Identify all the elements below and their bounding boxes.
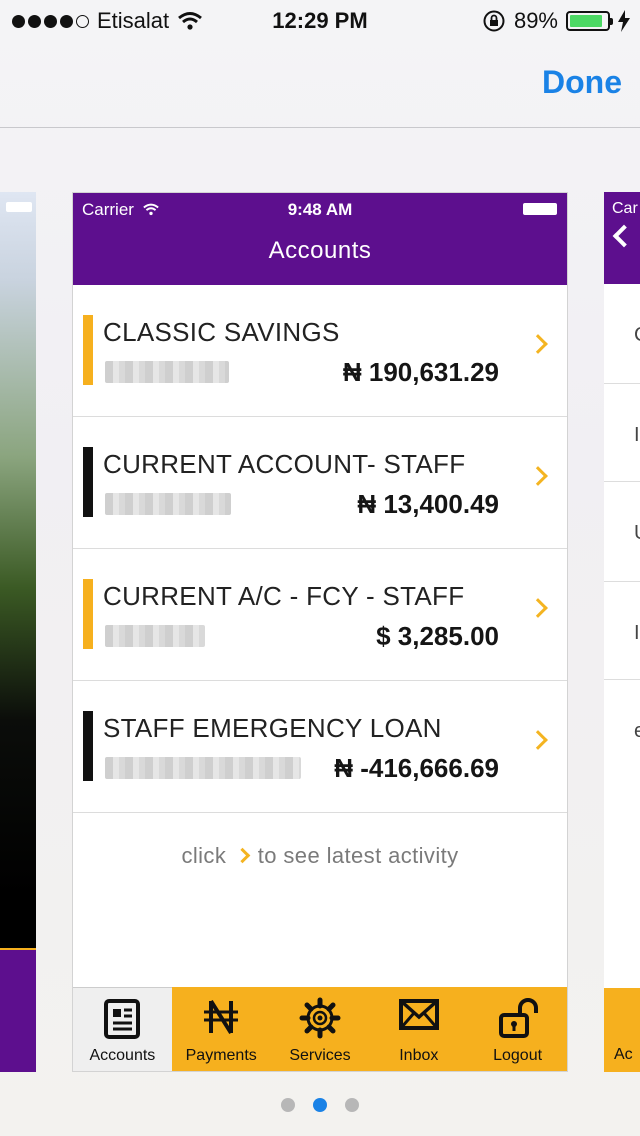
gear-icon <box>299 997 341 1039</box>
page-dot[interactable] <box>345 1098 359 1112</box>
page-dot-current[interactable] <box>313 1098 327 1112</box>
hint-text-before: click <box>181 843 227 868</box>
tab-bar: Accounts Payments Services Inbox Logout <box>73 987 567 1071</box>
chevron-right-icon[interactable] <box>528 334 548 354</box>
card-tabbar: Ac <box>604 988 640 1072</box>
row-initial: C <box>634 324 640 347</box>
tab-label: Services <box>289 1047 351 1064</box>
page-control[interactable] <box>0 1098 640 1112</box>
app-time: 9:48 AM <box>287 200 353 219</box>
account-name: CURRENT A/C - FCY - STAFF <box>103 581 465 611</box>
account-number-redacted <box>105 625 205 647</box>
tab-label: Payments <box>185 1047 257 1064</box>
account-number-redacted <box>105 361 229 383</box>
account-color-bar <box>83 315 93 385</box>
unlock-icon <box>498 998 538 1038</box>
account-row-fcy-staff[interactable]: CURRENT A/C - FCY - STAFF $ 3,285.00 <box>73 549 567 681</box>
tab-label: Accounts <box>89 1047 156 1064</box>
chevron-right-icon <box>234 847 251 864</box>
account-color-bar <box>83 579 93 649</box>
battery-percent: 89% <box>513 8 558 33</box>
account-name: STAFF EMERGENCY LOAN <box>103 713 442 743</box>
account-number-redacted <box>105 757 301 779</box>
tab-services[interactable]: Services <box>270 987 370 1071</box>
nav-bar: Accounts <box>73 225 567 285</box>
list-item: C <box>604 284 640 384</box>
battery-icon <box>566 11 613 31</box>
battery-icon <box>523 203 557 215</box>
account-color-bar <box>83 711 93 781</box>
card-footer-stripe <box>0 948 36 1072</box>
app-card-previous[interactable] <box>0 192 36 1072</box>
tab-label: Inbox <box>399 1047 439 1064</box>
status-bar: Etisalat 12:29 PM 89% <box>0 0 640 40</box>
app-status-bar: Carrier 9:48 AM <box>73 193 567 225</box>
envelope-icon <box>398 999 439 1030</box>
account-number-redacted <box>105 493 231 515</box>
tab-inbox[interactable]: Inbox <box>369 987 469 1071</box>
row-initial: I <box>634 622 640 644</box>
tab-accounts[interactable]: Accounts <box>73 987 172 1071</box>
account-row-current-staff[interactable]: CURRENT ACCOUNT- STAFF ₦ 13,400.49 <box>73 417 567 549</box>
account-balance: $ 3,285.00 <box>376 621 499 651</box>
activity-hint: click to see latest activity <box>73 843 567 869</box>
account-name: CURRENT ACCOUNT- STAFF <box>103 449 466 479</box>
document-icon <box>104 999 141 1039</box>
battery-fill <box>570 15 603 27</box>
row-initial: e <box>634 720 640 742</box>
account-color-bar <box>83 447 93 517</box>
account-row-classic-savings[interactable]: CLASSIC SAVINGS ₦ 190,631.29 <box>73 285 567 417</box>
accounts-list: CLASSIC SAVINGS ₦ 190,631.29 CURRENT ACC… <box>73 285 567 813</box>
status-right: 89% <box>482 8 630 34</box>
charging-bolt-icon <box>618 10 630 32</box>
page-title: Accounts <box>268 237 372 264</box>
account-name: CLASSIC SAVINGS <box>103 317 340 347</box>
tab-label: Logout <box>493 1047 543 1064</box>
tab-logout[interactable]: Logout <box>468 987 567 1071</box>
switcher-header: Done <box>0 40 640 128</box>
account-balance: ₦ 190,631.29 <box>342 357 499 387</box>
chevron-right-icon[interactable] <box>528 730 548 750</box>
chevron-right-icon[interactable] <box>528 466 548 486</box>
chevron-right-icon[interactable] <box>528 598 548 618</box>
list-item: e <box>604 680 640 780</box>
back-chevron-icon <box>612 224 636 248</box>
done-button[interactable]: Done <box>542 64 622 101</box>
account-row-emergency-loan[interactable]: STAFF EMERGENCY LOAN ₦ -416,666.69 <box>73 681 567 813</box>
app-card-current[interactable]: Carrier 9:48 AM Accounts CLASSIC SAVINGS… <box>72 192 568 1072</box>
list-item: U <box>604 482 640 582</box>
tab-fragment: Ac <box>614 1046 633 1063</box>
list-item: I <box>604 384 640 482</box>
naira-icon <box>204 999 239 1035</box>
account-balance: ₦ -416,666.69 <box>334 753 499 783</box>
rotation-lock-icon <box>483 10 505 32</box>
row-initial: I <box>634 424 640 446</box>
battery-icon <box>6 202 32 212</box>
page-dot[interactable] <box>281 1098 295 1112</box>
app-card-next[interactable]: Car C I U I e Ac <box>604 192 640 1072</box>
row-initial: U <box>634 522 640 545</box>
carrier-fragment: Car <box>612 200 638 217</box>
hint-text-after: to see latest activity <box>257 843 459 868</box>
account-balance: ₦ 13,400.49 <box>357 489 499 519</box>
card-header: Car <box>604 192 640 284</box>
tab-payments[interactable]: Payments <box>171 987 271 1071</box>
list-item: I <box>604 582 640 680</box>
